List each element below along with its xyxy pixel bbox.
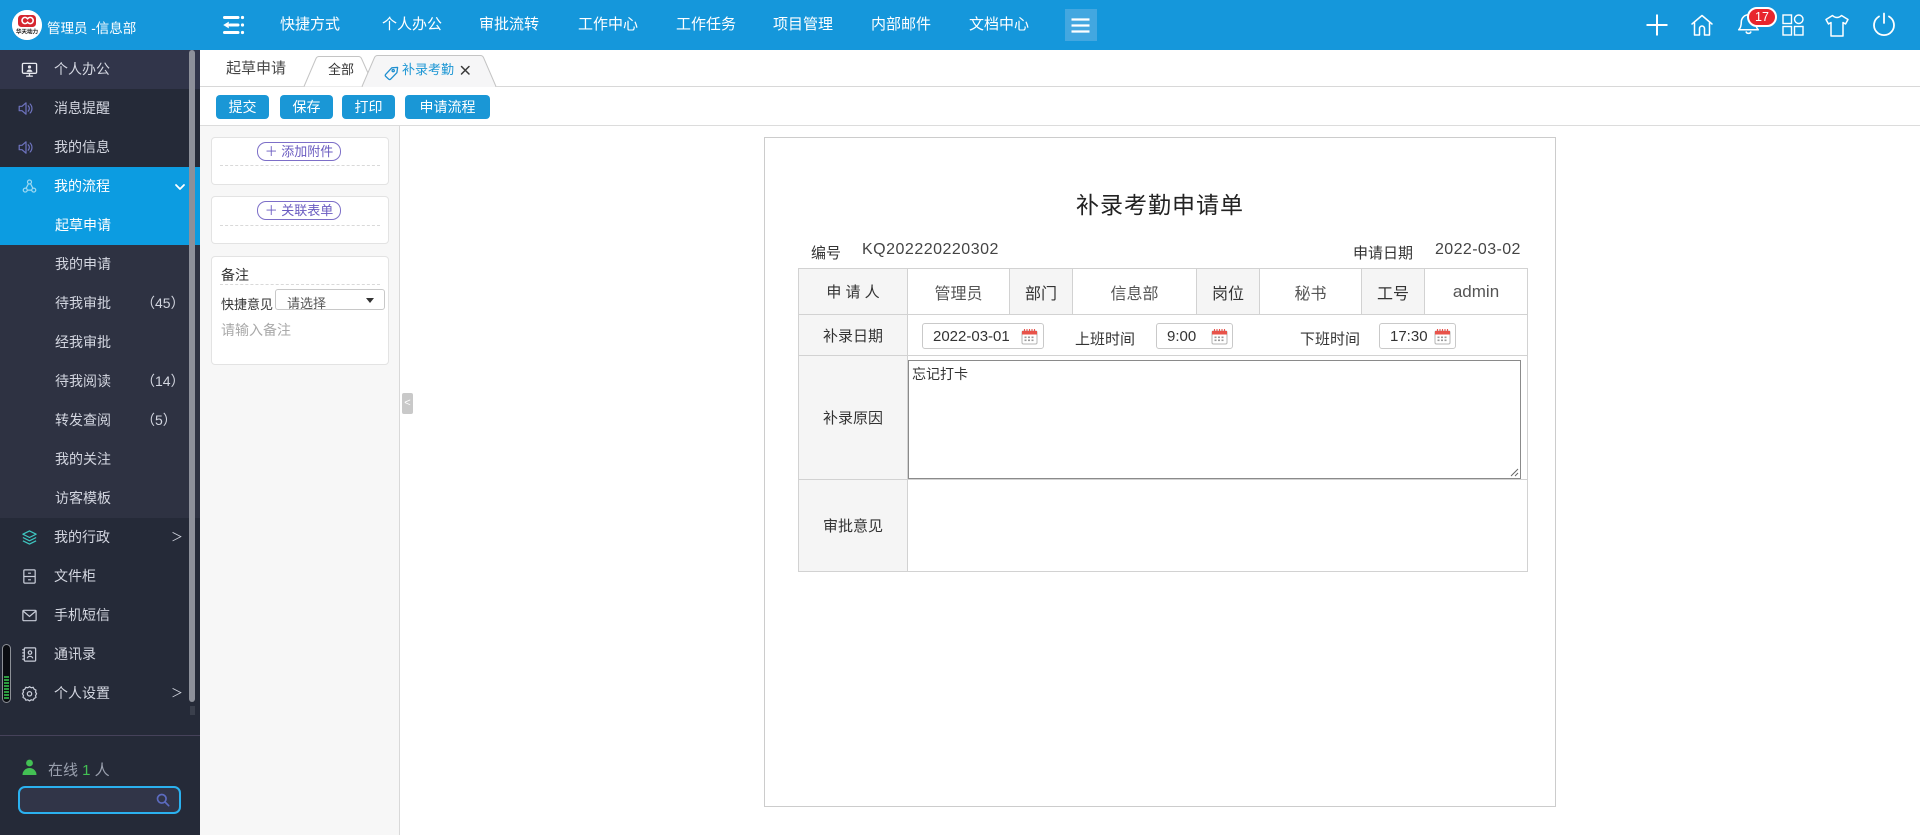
svg-text:华天动力: 华天动力 [16, 28, 39, 36]
